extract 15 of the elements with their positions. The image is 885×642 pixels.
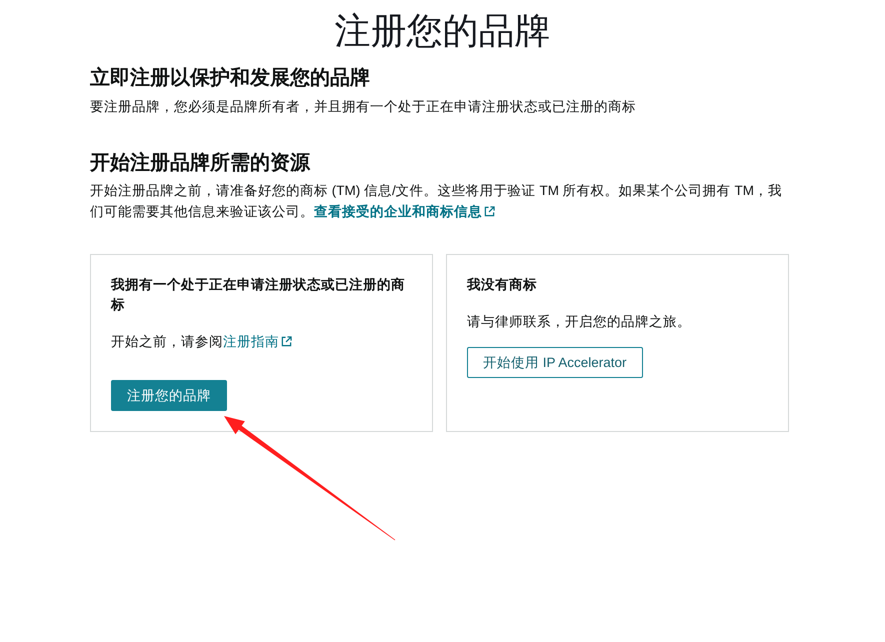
card-text: 请与律师联系，开启您的品牌之旅。 [467,313,692,331]
external-link-icon [281,336,292,347]
intro-text: 要注册品牌，您必须是品牌所有者，并且拥有一个处于正在申请注册状态或已注册的商标 [90,98,637,116]
card-title: 我没有商标 [467,276,538,294]
guide-link[interactable]: 注册指南 [223,334,292,349]
section-heading: 立即注册以保护和发展您的品牌 [90,66,371,91]
register-button[interactable]: 注册您的品牌 [111,380,227,411]
info-link[interactable]: 查看接受的企业和商标信息 [314,204,495,219]
card-text: 开始之前，请参阅注册指南 [111,332,413,352]
page-title: 注册您的品牌 [334,9,552,53]
section-heading: 开始注册品牌所需的资源 [90,150,312,176]
external-link-icon [484,206,495,217]
start-button[interactable]: 开始使用 IP Accelerator [467,347,643,378]
resources-text: 开始注册品牌之前，请准备好您的商标 (TM) 信息/文件。这些将用于验证 TM 所有权。如果某个公司拥有 TM，我们可能需要其他信息来验证该公司。查看接受的企业和商标信息 [90,182,783,221]
card-title: 我拥有一个处于正在申请注册状态或已注册的商标 [111,276,406,314]
